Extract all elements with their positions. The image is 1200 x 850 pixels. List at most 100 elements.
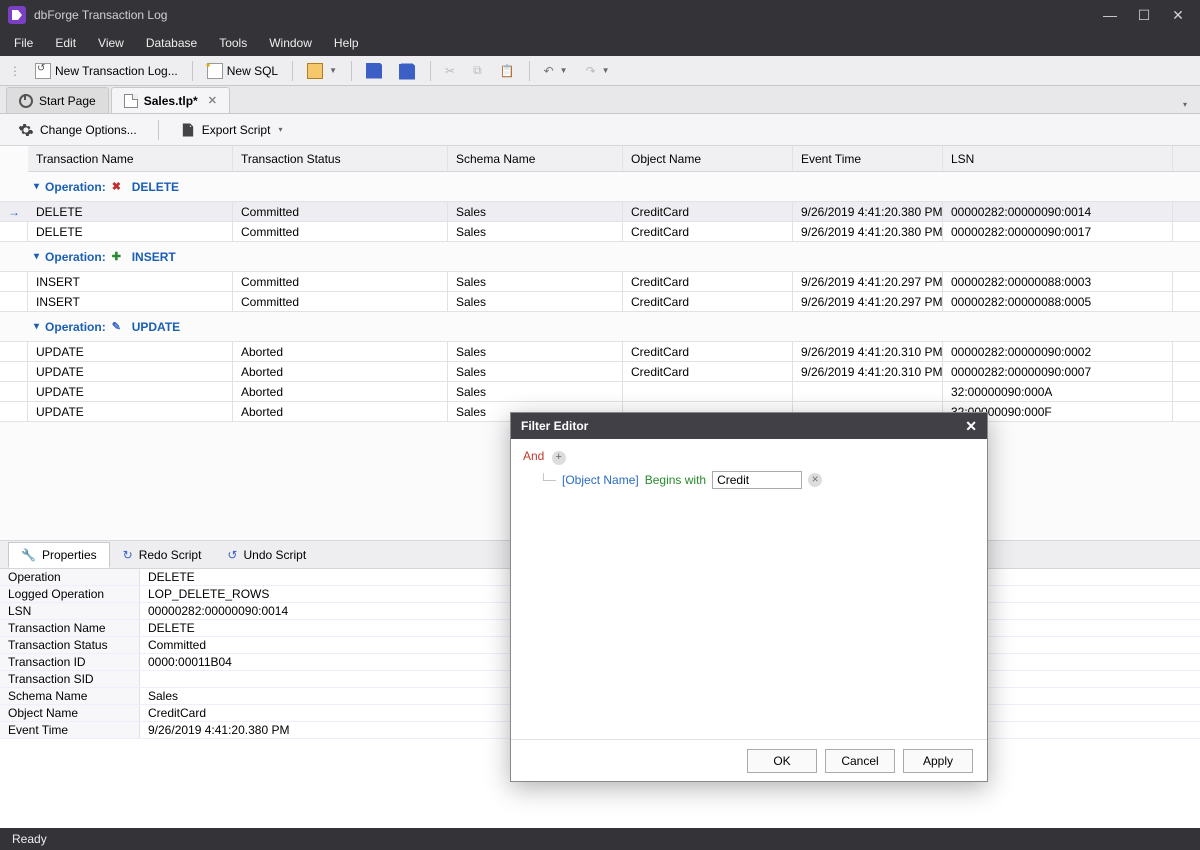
cancel-button[interactable]: Cancel [825, 749, 895, 773]
new-sql-button[interactable]: New SQL [200, 59, 285, 83]
app-title: dbForge Transaction Log [34, 8, 1102, 22]
table-row[interactable]: DELETECommittedSalesCreditCard9/26/2019 … [0, 222, 1200, 242]
tab-properties[interactable]: 🔧 Properties [8, 542, 110, 568]
cell: Aborted [233, 382, 448, 401]
filter-operator[interactable]: Begins with [645, 473, 706, 487]
menu-view[interactable]: View [88, 32, 134, 54]
tab-label: Redo Script [139, 548, 202, 562]
operation-upd-icon: ✎ [112, 320, 126, 334]
undo-button[interactable]: ↶▼ [537, 60, 575, 82]
power-icon [19, 94, 33, 108]
undo-icon: ↺ [227, 548, 237, 562]
cell: Committed [233, 222, 448, 241]
table-row[interactable]: INSERTCommittedSalesCreditCard9/26/2019 … [0, 272, 1200, 292]
cell: UPDATE [28, 382, 233, 401]
chevron-down-icon: ▾ [34, 251, 39, 262]
new-transaction-log-button[interactable]: New Transaction Log... [28, 59, 185, 83]
tab-undo-script[interactable]: ↺ Undo Script [214, 542, 319, 568]
tab-sales-tlp[interactable]: Sales.tlp* ✕ [111, 87, 230, 113]
col-event-time[interactable]: Event Time [793, 146, 943, 171]
filter-root-row[interactable]: And + [523, 449, 975, 465]
group-operation: DELETE [132, 180, 179, 194]
tab-start-page[interactable]: Start Page [6, 87, 109, 113]
cell: Sales [448, 272, 623, 291]
tab-label: Sales.tlp* [144, 94, 198, 108]
redo-icon: ↻ [123, 548, 133, 562]
filter-field[interactable]: [Object Name] [562, 473, 639, 487]
menu-database[interactable]: Database [136, 32, 207, 54]
cell: Aborted [233, 362, 448, 381]
add-condition-button[interactable]: + [552, 451, 566, 465]
menu-window[interactable]: Window [259, 32, 322, 54]
cut-button[interactable]: ✂ [438, 60, 462, 82]
operation-ins-icon: ✚ [112, 250, 126, 264]
cell: Committed [233, 202, 448, 221]
save-all-icon [399, 64, 415, 80]
paste-icon: 📋 [500, 64, 515, 78]
tabbar-overflow-button[interactable]: ▾ [1174, 96, 1194, 113]
minimize-button[interactable]: — [1102, 7, 1118, 24]
tree-connector-icon: └─ [539, 473, 556, 487]
col-object-name[interactable]: Object Name [623, 146, 793, 171]
filter-root-operator[interactable]: And [523, 449, 544, 463]
save-icon [366, 63, 382, 79]
remove-condition-button[interactable]: × [808, 473, 822, 487]
cell: 00000282:00000090:0007 [943, 362, 1173, 381]
save-all-button[interactable] [393, 59, 423, 83]
apply-button[interactable]: Apply [903, 749, 973, 773]
menu-tools[interactable]: Tools [209, 32, 257, 54]
copy-button[interactable]: ⧉ [466, 59, 489, 82]
tab-label: Start Page [39, 94, 96, 108]
table-row[interactable]: UPDATEAbortedSales32:00000090:000A [0, 382, 1200, 402]
cell: 00000282:00000090:0002 [943, 342, 1173, 361]
tab-redo-script[interactable]: ↻ Redo Script [110, 542, 215, 568]
ok-button[interactable]: OK [747, 749, 817, 773]
filter-condition-row: └─ [Object Name] Begins with × [539, 471, 975, 489]
col-schema-name[interactable]: Schema Name [448, 146, 623, 171]
menu-edit[interactable]: Edit [45, 32, 86, 54]
group-header[interactable]: ▾ Operation: ✚ INSERT [0, 242, 1200, 272]
save-button[interactable] [359, 59, 389, 83]
grid-header: Transaction Name Transaction Status Sche… [28, 146, 1200, 172]
cell: Committed [233, 292, 448, 311]
property-key: Operation [0, 569, 140, 585]
open-button[interactable]: ▼ [300, 59, 344, 83]
table-row[interactable]: →DELETECommittedSalesCreditCard9/26/2019… [0, 202, 1200, 222]
menu-file[interactable]: File [4, 32, 43, 54]
menu-help[interactable]: Help [324, 32, 369, 54]
col-transaction-name[interactable]: Transaction Name [28, 146, 233, 171]
export-script-button[interactable]: Export Script ▾ [172, 118, 291, 142]
change-options-button[interactable]: Change Options... [10, 118, 145, 142]
maximize-button[interactable]: ☐ [1136, 7, 1152, 24]
table-row[interactable]: UPDATEAbortedSalesCreditCard9/26/2019 4:… [0, 362, 1200, 382]
cell: INSERT [28, 272, 233, 291]
tab-close-icon[interactable]: ✕ [208, 94, 217, 107]
dialog-body: And + └─ [Object Name] Begins with × [511, 439, 987, 739]
redo-button[interactable]: ↷▼ [579, 60, 617, 82]
cell: 9/26/2019 4:41:20.297 PM [793, 292, 943, 311]
row-gutter [0, 272, 28, 292]
dialog-titlebar[interactable]: Filter Editor ✕ [511, 413, 987, 439]
table-row[interactable]: UPDATEAbortedSalesCreditCard9/26/2019 4:… [0, 342, 1200, 362]
group-header[interactable]: ▾ Operation: ✖ DELETE [0, 172, 1200, 202]
col-transaction-status[interactable]: Transaction Status [233, 146, 448, 171]
cell: Committed [233, 272, 448, 291]
cell: 00000282:00000090:0014 [943, 202, 1173, 221]
toolbar: ⋮ New Transaction Log... New SQL ▼ ✂ ⧉ 📋… [0, 56, 1200, 86]
property-key: Transaction ID [0, 654, 140, 670]
row-gutter [0, 222, 28, 242]
cell: CreditCard [623, 342, 793, 361]
cell: Sales [448, 342, 623, 361]
toolbar-grip-icon: ⋮ [6, 64, 24, 78]
paste-button[interactable]: 📋 [493, 60, 522, 82]
toolbar-separator [351, 61, 352, 81]
close-button[interactable]: ✕ [1170, 7, 1186, 24]
filter-value-input[interactable] [712, 471, 802, 489]
group-header[interactable]: ▾ Operation: ✎ UPDATE [0, 312, 1200, 342]
property-key: LSN [0, 603, 140, 619]
folder-open-icon [307, 63, 323, 79]
dialog-close-button[interactable]: ✕ [965, 418, 977, 435]
col-lsn[interactable]: LSN [943, 146, 1173, 171]
document-tabbar: Start Page Sales.tlp* ✕ ▾ [0, 86, 1200, 114]
table-row[interactable]: INSERTCommittedSalesCreditCard9/26/2019 … [0, 292, 1200, 312]
